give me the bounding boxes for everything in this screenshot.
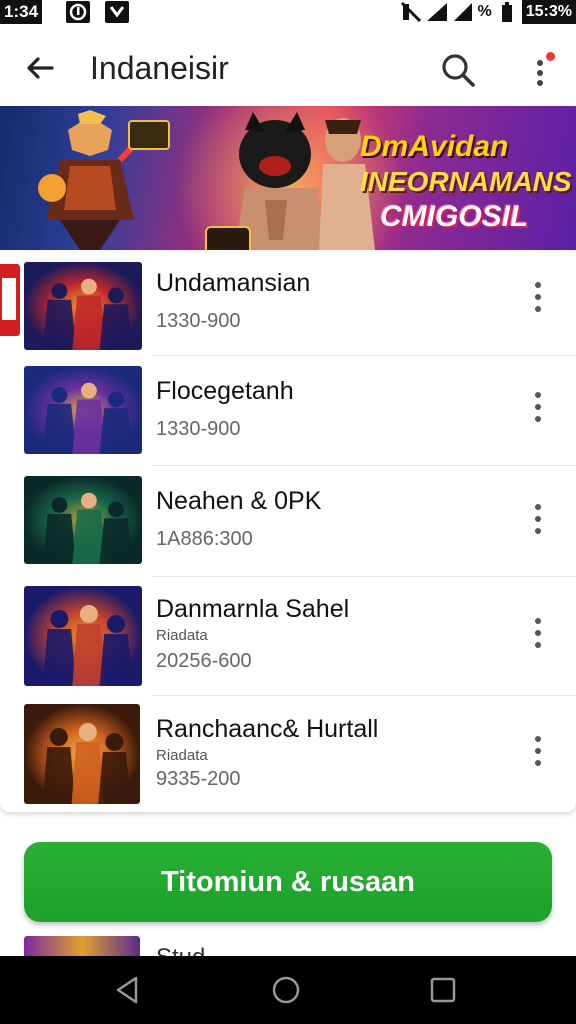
item-title: Danmarnla Sahel [156,595,350,623]
circle-home-icon [272,976,300,1004]
item-more-button[interactable] [526,280,550,314]
item-more-button[interactable] [526,734,550,768]
game-thumbnail [24,704,140,804]
divider [152,465,576,466]
nav-home-button[interactable] [268,972,304,1008]
list-item[interactable]: Neahen & 0PK 1A886:300 [0,470,576,574]
item-meta: 9335-200 [156,768,241,790]
item-meta: 1330-900 [156,310,241,332]
system-nav-bar [0,956,576,1024]
square-recents-icon [430,977,456,1003]
item-meta: 20256-600 [156,650,252,672]
item-subtitle: Riadata [156,627,208,644]
game-thumbnail [24,586,142,686]
game-thumbnail [24,262,142,350]
nav-back-button[interactable] [110,972,146,1008]
battery-percent: 15:3% [521,0,576,24]
wifi-icon [426,3,447,21]
divider [152,695,576,696]
status-right: % 15:3% [400,0,576,24]
list-item[interactable]: Flocegetanh 1330-900 [0,360,576,464]
notification-dot [546,52,555,61]
banner-headline-1: DmAvidan [360,130,509,163]
primary-action-button[interactable]: Titomiun & rusaan [24,842,552,922]
list-item[interactable]: Danmarnla Sahel Riadata 20256-600 [0,580,576,690]
search-icon [442,54,475,87]
game-thumbnail [24,476,142,564]
screen: 1:34 % 15:3% Indaneisir DmAvidan INEORNA… [0,0,576,1024]
promo-banner[interactable]: DmAvidan INEORNAMANS CMIGOSIL [0,106,576,250]
back-arrow-icon [27,57,54,79]
triangle-back-icon [116,976,138,1004]
list-item[interactable]: Undamansian 1330-900 [0,256,576,356]
game-thumbnail [24,936,140,958]
banner-headline-2: INEORNAMANS [360,166,572,197]
overflow-menu-button[interactable] [522,48,558,92]
status-time: 1:34 [0,0,43,24]
item-subtitle: Riadata [156,747,208,764]
download-icon [105,1,129,23]
item-title: Neahen & 0PK [156,487,322,515]
page-title: Indaneisir [90,50,229,86]
item-more-button[interactable] [526,616,550,650]
status-bar: 1:34 % 15:3% [0,0,576,26]
item-meta: 1A886:300 [156,528,253,550]
record-icon [66,1,90,23]
badge-icon [128,120,170,150]
list-item[interactable]: Ranchaanc& Hurtall Riadata 9335-200 [0,700,576,808]
item-meta: 1330-900 [156,418,241,440]
app-bar: Indaneisir [0,26,576,106]
back-button[interactable] [20,48,60,88]
status-percent: % [477,3,492,20]
divider [152,576,576,577]
signal-icon [453,3,472,21]
search-button[interactable] [436,48,480,92]
mute-icon [400,1,421,23]
item-title: Ranchaanc& Hurtall [156,715,379,743]
item-title: Undamansian [156,269,311,297]
item-title: Flocegetanh [156,377,294,405]
divider [152,355,576,356]
item-more-button[interactable] [526,502,550,536]
battery-icon [501,2,512,22]
nav-recents-button[interactable] [425,972,461,1008]
item-more-button[interactable] [526,390,550,424]
banner-headline-3: CMIGOSIL [380,200,529,233]
more-vert-icon [537,60,543,66]
game-thumbnail [24,366,142,454]
